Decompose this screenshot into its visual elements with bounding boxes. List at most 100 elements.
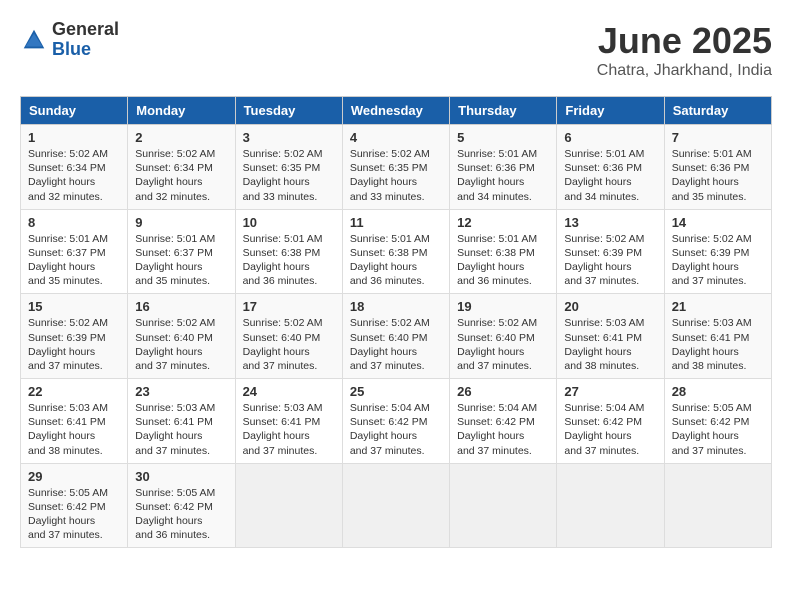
month-title: June 2025 [597, 20, 772, 62]
day-info: Sunrise: 5:02 AM Sunset: 6:40 PM Dayligh… [457, 316, 549, 373]
day-info: Sunrise: 5:01 AM Sunset: 6:37 PM Dayligh… [28, 232, 120, 289]
day-number: 4 [350, 130, 442, 145]
day-number: 22 [28, 384, 120, 399]
day-info: Sunrise: 5:02 AM Sunset: 6:39 PM Dayligh… [672, 232, 764, 289]
day-info: Sunrise: 5:01 AM Sunset: 6:38 PM Dayligh… [457, 232, 549, 289]
calendar-cell: 27 Sunrise: 5:04 AM Sunset: 6:42 PM Dayl… [557, 379, 664, 464]
day-number: 25 [350, 384, 442, 399]
calendar-cell: 6 Sunrise: 5:01 AM Sunset: 6:36 PM Dayli… [557, 125, 664, 210]
day-number: 30 [135, 469, 227, 484]
logo-icon [20, 26, 48, 54]
calendar-cell: 22 Sunrise: 5:03 AM Sunset: 6:41 PM Dayl… [21, 379, 128, 464]
day-number: 28 [672, 384, 764, 399]
day-number: 13 [564, 215, 656, 230]
day-number: 20 [564, 299, 656, 314]
calendar-cell [450, 463, 557, 548]
day-info: Sunrise: 5:04 AM Sunset: 6:42 PM Dayligh… [564, 401, 656, 458]
day-info: Sunrise: 5:03 AM Sunset: 6:41 PM Dayligh… [135, 401, 227, 458]
day-number: 12 [457, 215, 549, 230]
calendar-cell: 11 Sunrise: 5:01 AM Sunset: 6:38 PM Dayl… [342, 209, 449, 294]
day-number: 24 [243, 384, 335, 399]
day-number: 1 [28, 130, 120, 145]
col-friday: Friday [557, 97, 664, 125]
calendar-week-3: 15 Sunrise: 5:02 AM Sunset: 6:39 PM Dayl… [21, 294, 772, 379]
day-info: Sunrise: 5:02 AM Sunset: 6:39 PM Dayligh… [564, 232, 656, 289]
day-info: Sunrise: 5:04 AM Sunset: 6:42 PM Dayligh… [350, 401, 442, 458]
day-info: Sunrise: 5:05 AM Sunset: 6:42 PM Dayligh… [28, 486, 120, 543]
day-info: Sunrise: 5:05 AM Sunset: 6:42 PM Dayligh… [672, 401, 764, 458]
calendar-cell: 17 Sunrise: 5:02 AM Sunset: 6:40 PM Dayl… [235, 294, 342, 379]
day-number: 6 [564, 130, 656, 145]
calendar-cell: 25 Sunrise: 5:04 AM Sunset: 6:42 PM Dayl… [342, 379, 449, 464]
calendar-cell [342, 463, 449, 548]
logo-blue-text: Blue [52, 40, 119, 60]
day-info: Sunrise: 5:01 AM Sunset: 6:36 PM Dayligh… [457, 147, 549, 204]
day-info: Sunrise: 5:02 AM Sunset: 6:40 PM Dayligh… [135, 316, 227, 373]
page-header: General Blue June 2025 Chatra, Jharkhand… [20, 20, 772, 80]
calendar-cell: 3 Sunrise: 5:02 AM Sunset: 6:35 PM Dayli… [235, 125, 342, 210]
calendar-week-1: 1 Sunrise: 5:02 AM Sunset: 6:34 PM Dayli… [21, 125, 772, 210]
calendar-cell: 2 Sunrise: 5:02 AM Sunset: 6:34 PM Dayli… [128, 125, 235, 210]
col-wednesday: Wednesday [342, 97, 449, 125]
calendar-cell: 26 Sunrise: 5:04 AM Sunset: 6:42 PM Dayl… [450, 379, 557, 464]
calendar-header-row: Sunday Monday Tuesday Wednesday Thursday… [21, 97, 772, 125]
col-saturday: Saturday [664, 97, 771, 125]
calendar-cell: 28 Sunrise: 5:05 AM Sunset: 6:42 PM Dayl… [664, 379, 771, 464]
day-info: Sunrise: 5:02 AM Sunset: 6:40 PM Dayligh… [243, 316, 335, 373]
day-number: 16 [135, 299, 227, 314]
day-number: 7 [672, 130, 764, 145]
day-info: Sunrise: 5:02 AM Sunset: 6:34 PM Dayligh… [135, 147, 227, 204]
day-info: Sunrise: 5:02 AM Sunset: 6:35 PM Dayligh… [350, 147, 442, 204]
calendar-week-4: 22 Sunrise: 5:03 AM Sunset: 6:41 PM Dayl… [21, 379, 772, 464]
day-number: 19 [457, 299, 549, 314]
calendar-cell: 30 Sunrise: 5:05 AM Sunset: 6:42 PM Dayl… [128, 463, 235, 548]
day-info: Sunrise: 5:05 AM Sunset: 6:42 PM Dayligh… [135, 486, 227, 543]
day-number: 5 [457, 130, 549, 145]
calendar-cell: 21 Sunrise: 5:03 AM Sunset: 6:41 PM Dayl… [664, 294, 771, 379]
day-number: 2 [135, 130, 227, 145]
calendar-cell: 15 Sunrise: 5:02 AM Sunset: 6:39 PM Dayl… [21, 294, 128, 379]
calendar-week-2: 8 Sunrise: 5:01 AM Sunset: 6:37 PM Dayli… [21, 209, 772, 294]
calendar-cell: 29 Sunrise: 5:05 AM Sunset: 6:42 PM Dayl… [21, 463, 128, 548]
day-info: Sunrise: 5:03 AM Sunset: 6:41 PM Dayligh… [564, 316, 656, 373]
col-monday: Monday [128, 97, 235, 125]
day-info: Sunrise: 5:03 AM Sunset: 6:41 PM Dayligh… [672, 316, 764, 373]
calendar-cell [664, 463, 771, 548]
calendar-week-5: 29 Sunrise: 5:05 AM Sunset: 6:42 PM Dayl… [21, 463, 772, 548]
title-block: June 2025 Chatra, Jharkhand, India [597, 20, 772, 80]
day-number: 3 [243, 130, 335, 145]
calendar-cell: 20 Sunrise: 5:03 AM Sunset: 6:41 PM Dayl… [557, 294, 664, 379]
day-number: 14 [672, 215, 764, 230]
calendar-cell: 14 Sunrise: 5:02 AM Sunset: 6:39 PM Dayl… [664, 209, 771, 294]
day-info: Sunrise: 5:01 AM Sunset: 6:38 PM Dayligh… [243, 232, 335, 289]
calendar-cell [235, 463, 342, 548]
day-info: Sunrise: 5:01 AM Sunset: 6:37 PM Dayligh… [135, 232, 227, 289]
calendar-cell: 16 Sunrise: 5:02 AM Sunset: 6:40 PM Dayl… [128, 294, 235, 379]
day-number: 17 [243, 299, 335, 314]
calendar-cell: 18 Sunrise: 5:02 AM Sunset: 6:40 PM Dayl… [342, 294, 449, 379]
calendar-cell: 12 Sunrise: 5:01 AM Sunset: 6:38 PM Dayl… [450, 209, 557, 294]
day-info: Sunrise: 5:01 AM Sunset: 6:36 PM Dayligh… [672, 147, 764, 204]
calendar-cell: 1 Sunrise: 5:02 AM Sunset: 6:34 PM Dayli… [21, 125, 128, 210]
calendar-cell: 4 Sunrise: 5:02 AM Sunset: 6:35 PM Dayli… [342, 125, 449, 210]
day-info: Sunrise: 5:02 AM Sunset: 6:39 PM Dayligh… [28, 316, 120, 373]
day-info: Sunrise: 5:04 AM Sunset: 6:42 PM Dayligh… [457, 401, 549, 458]
day-number: 23 [135, 384, 227, 399]
calendar-cell: 24 Sunrise: 5:03 AM Sunset: 6:41 PM Dayl… [235, 379, 342, 464]
day-info: Sunrise: 5:01 AM Sunset: 6:38 PM Dayligh… [350, 232, 442, 289]
day-info: Sunrise: 5:02 AM Sunset: 6:34 PM Dayligh… [28, 147, 120, 204]
col-sunday: Sunday [21, 97, 128, 125]
day-number: 15 [28, 299, 120, 314]
day-info: Sunrise: 5:01 AM Sunset: 6:36 PM Dayligh… [564, 147, 656, 204]
calendar-cell: 23 Sunrise: 5:03 AM Sunset: 6:41 PM Dayl… [128, 379, 235, 464]
day-number: 9 [135, 215, 227, 230]
calendar-cell: 13 Sunrise: 5:02 AM Sunset: 6:39 PM Dayl… [557, 209, 664, 294]
day-info: Sunrise: 5:03 AM Sunset: 6:41 PM Dayligh… [28, 401, 120, 458]
day-number: 18 [350, 299, 442, 314]
day-number: 8 [28, 215, 120, 230]
day-info: Sunrise: 5:03 AM Sunset: 6:41 PM Dayligh… [243, 401, 335, 458]
calendar-cell: 9 Sunrise: 5:01 AM Sunset: 6:37 PM Dayli… [128, 209, 235, 294]
calendar-cell [557, 463, 664, 548]
day-info: Sunrise: 5:02 AM Sunset: 6:35 PM Dayligh… [243, 147, 335, 204]
day-number: 27 [564, 384, 656, 399]
